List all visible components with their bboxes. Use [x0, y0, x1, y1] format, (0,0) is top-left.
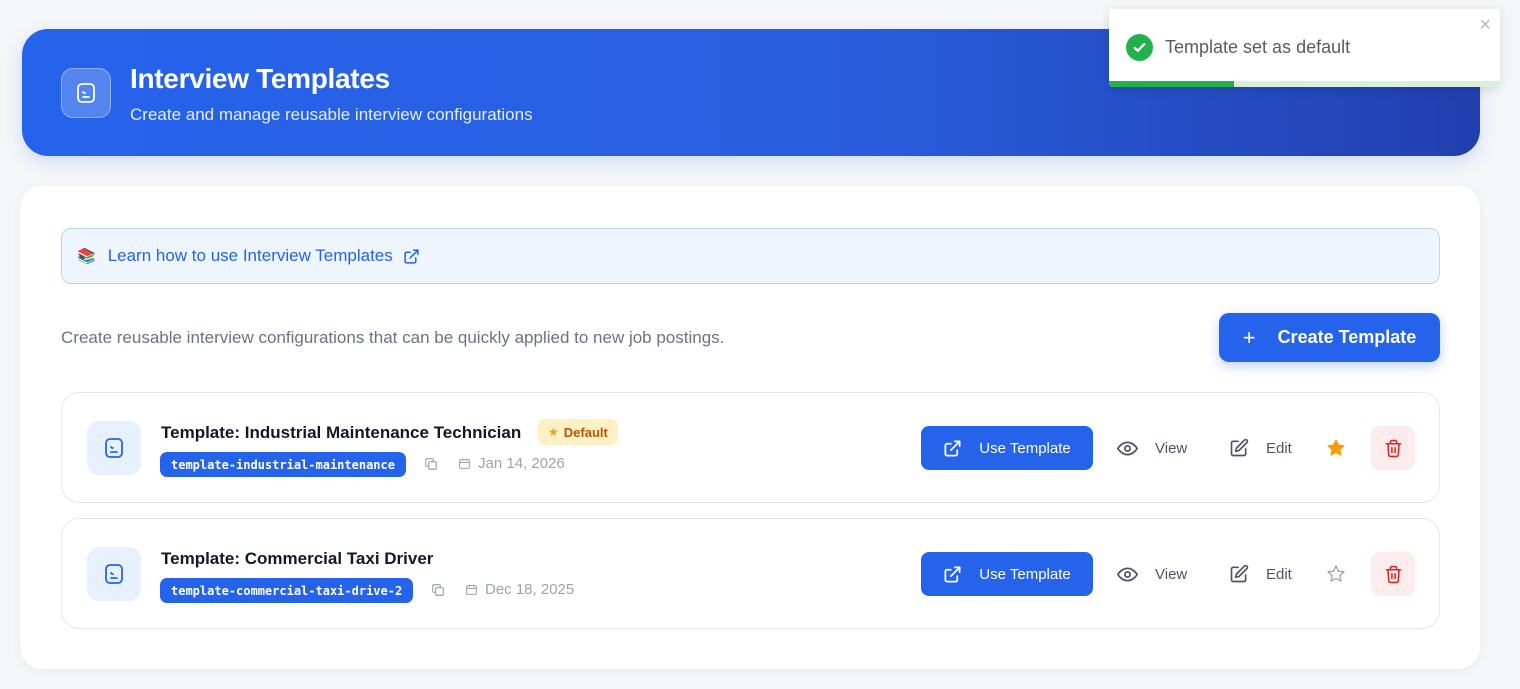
- page-description: Create reusable interview configurations…: [61, 328, 725, 347]
- use-template-button[interactable]: Use Template: [921, 552, 1093, 596]
- template-title: Template: Industrial Maintenance Technic…: [161, 423, 522, 442]
- view-button[interactable]: View: [1117, 552, 1187, 596]
- edit-label: Edit: [1266, 439, 1292, 457]
- check-circle-icon: [1126, 34, 1153, 61]
- template-slug: template-commercial-taxi-drive-2: [160, 578, 414, 603]
- eye-icon: [1117, 440, 1138, 456]
- star-outline-icon[interactable]: [1326, 564, 1346, 589]
- template-date: Dec 18, 2025: [465, 581, 574, 598]
- external-link-icon: [403, 248, 420, 265]
- document-icon: [61, 68, 111, 118]
- star-icon: ★: [548, 425, 559, 439]
- learn-link-label: Learn how to use Interview Templates: [107, 246, 393, 265]
- template-card: Template: Industrial Maintenance Technic…: [61, 392, 1440, 503]
- eye-icon: [1117, 566, 1138, 582]
- calendar-icon: [466, 584, 477, 595]
- use-template-label: Use Template: [979, 439, 1071, 457]
- star-filled-icon[interactable]: [1326, 438, 1346, 463]
- use-template-label: Use Template: [979, 565, 1071, 583]
- template-card: Template: Commercial Taxi Driver templat…: [61, 518, 1440, 629]
- edit-button[interactable]: Edit: [1229, 426, 1292, 470]
- use-template-button[interactable]: Use Template: [921, 426, 1093, 470]
- edit-icon: [1230, 564, 1249, 583]
- delete-button[interactable]: [1371, 552, 1415, 596]
- toast-message: Template set as default: [1165, 37, 1351, 57]
- document-icon: [87, 547, 141, 601]
- page-subtitle: Create and manage reusable interview con…: [130, 105, 533, 124]
- default-badge-label: Default: [563, 424, 608, 440]
- toast-progress-bar: [1109, 81, 1235, 87]
- template-slug: template-industrial-maintenance: [160, 452, 406, 477]
- view-button[interactable]: View: [1117, 426, 1187, 470]
- template-date-text: Dec 18, 2025: [485, 581, 575, 598]
- close-icon[interactable]: ×: [1479, 15, 1491, 35]
- delete-button[interactable]: [1371, 426, 1415, 470]
- template-date: Jan 14, 2026: [458, 455, 565, 472]
- template-title: Template: Commercial Taxi Driver: [161, 549, 434, 568]
- external-link-icon: [944, 440, 961, 456]
- edit-icon: [1230, 438, 1249, 457]
- copy-icon[interactable]: [431, 583, 445, 602]
- create-template-label: Create Template: [1277, 327, 1417, 347]
- learn-link[interactable]: 📚 Learn how to use Interview Templates: [61, 228, 1440, 284]
- edit-button[interactable]: Edit: [1229, 552, 1292, 596]
- document-icon: [87, 421, 141, 475]
- trash-icon: [1385, 439, 1401, 457]
- default-badge: ★ Default: [538, 419, 618, 445]
- books-icon: 📚: [77, 248, 96, 265]
- external-link-icon: [944, 566, 961, 582]
- trash-icon: [1385, 565, 1401, 583]
- plus-icon: +: [1242, 324, 1256, 350]
- view-label: View: [1155, 439, 1188, 457]
- page-title: Interview Templates: [130, 63, 390, 94]
- toast-notification: Template set as default ×: [1109, 9, 1500, 87]
- copy-icon[interactable]: [424, 457, 438, 476]
- templates-panel: 📚 Learn how to use Interview Templates C…: [20, 186, 1480, 669]
- create-template-button[interactable]: + Create Template: [1219, 313, 1440, 362]
- calendar-icon: [459, 458, 470, 469]
- edit-label: Edit: [1266, 565, 1292, 583]
- template-date-text: Jan 14, 2026: [478, 455, 565, 472]
- view-label: View: [1155, 565, 1188, 583]
